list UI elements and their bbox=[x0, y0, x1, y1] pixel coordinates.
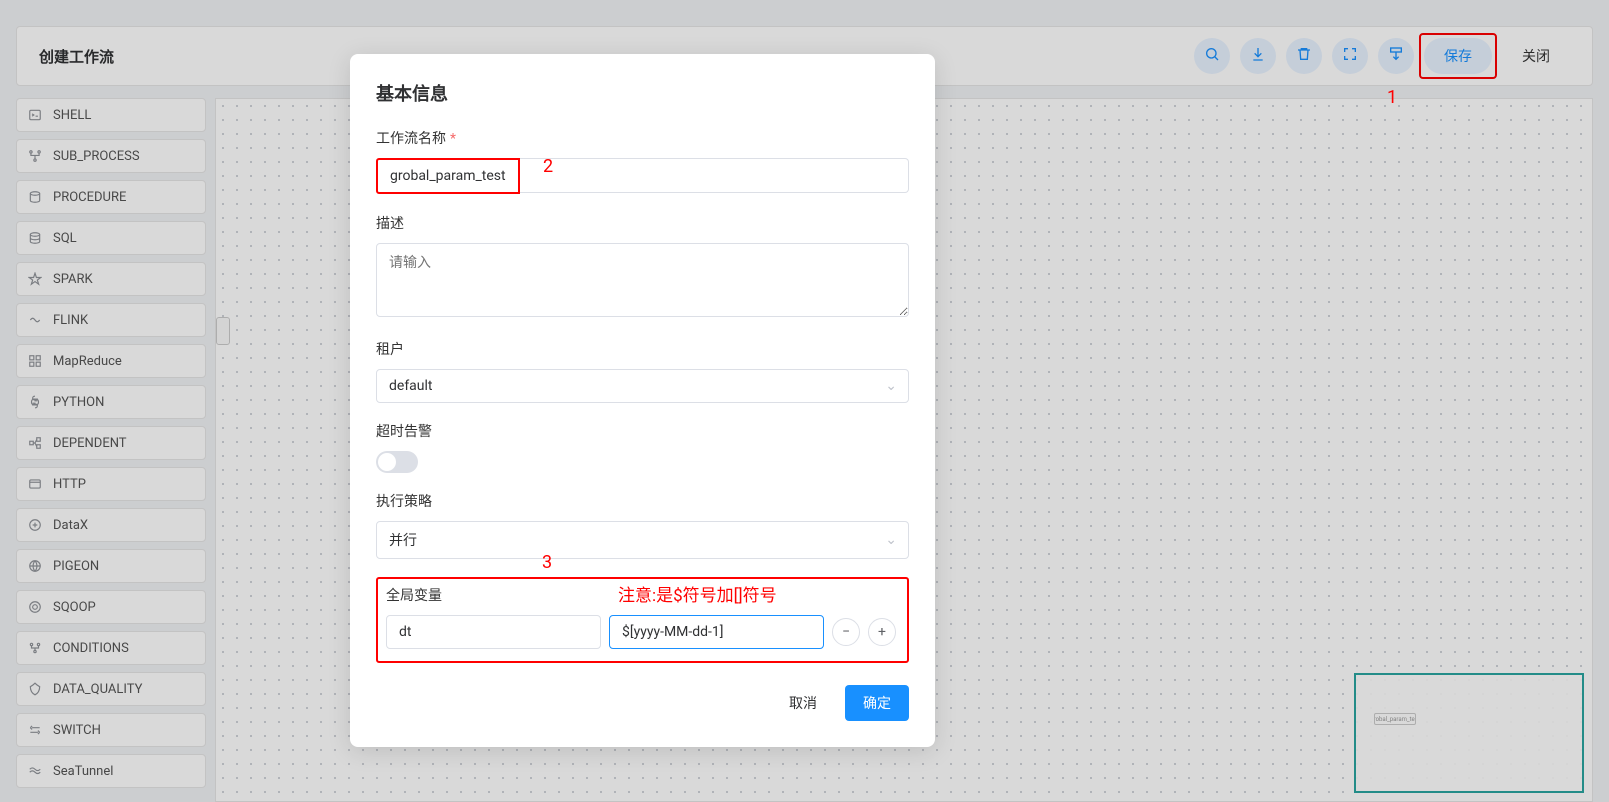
description-input[interactable] bbox=[376, 243, 909, 317]
confirm-button[interactable]: 确定 bbox=[845, 685, 909, 721]
remove-param-button[interactable]: − bbox=[832, 618, 860, 646]
workflow-name-input[interactable] bbox=[376, 158, 520, 194]
global-var-key-input[interactable] bbox=[386, 615, 601, 649]
timeout-label: 超时告警 bbox=[376, 421, 909, 441]
strategy-select[interactable]: 并行 bbox=[376, 521, 909, 559]
global-var-value-input[interactable] bbox=[609, 615, 824, 649]
description-label: 描述 bbox=[376, 213, 909, 233]
workflow-info-modal: 基本信息 工作流名称* 描述 租户 default ⌄ 超时告警 执行策略 并行… bbox=[350, 54, 935, 747]
timeout-switch[interactable] bbox=[376, 451, 418, 473]
tenant-select[interactable]: default bbox=[376, 369, 909, 403]
cancel-button[interactable]: 取消 bbox=[775, 685, 831, 721]
annotation-3: 3 bbox=[542, 552, 552, 573]
plus-icon: + bbox=[878, 624, 886, 640]
annotation-1: 1 bbox=[1387, 87, 1397, 108]
add-param-button[interactable]: + bbox=[868, 618, 896, 646]
modal-title: 基本信息 bbox=[376, 80, 909, 106]
input-extension[interactable] bbox=[520, 158, 909, 193]
minus-icon: − bbox=[842, 624, 850, 640]
required-mark: * bbox=[450, 131, 456, 147]
workflow-name-label: 工作流名称* bbox=[376, 128, 909, 148]
strategy-label: 执行策略 bbox=[376, 491, 909, 511]
annotation-2: 2 bbox=[543, 156, 553, 177]
tenant-label: 租户 bbox=[376, 339, 909, 359]
annotation-note: 注意:是$符号加[]符号 bbox=[618, 581, 777, 606]
